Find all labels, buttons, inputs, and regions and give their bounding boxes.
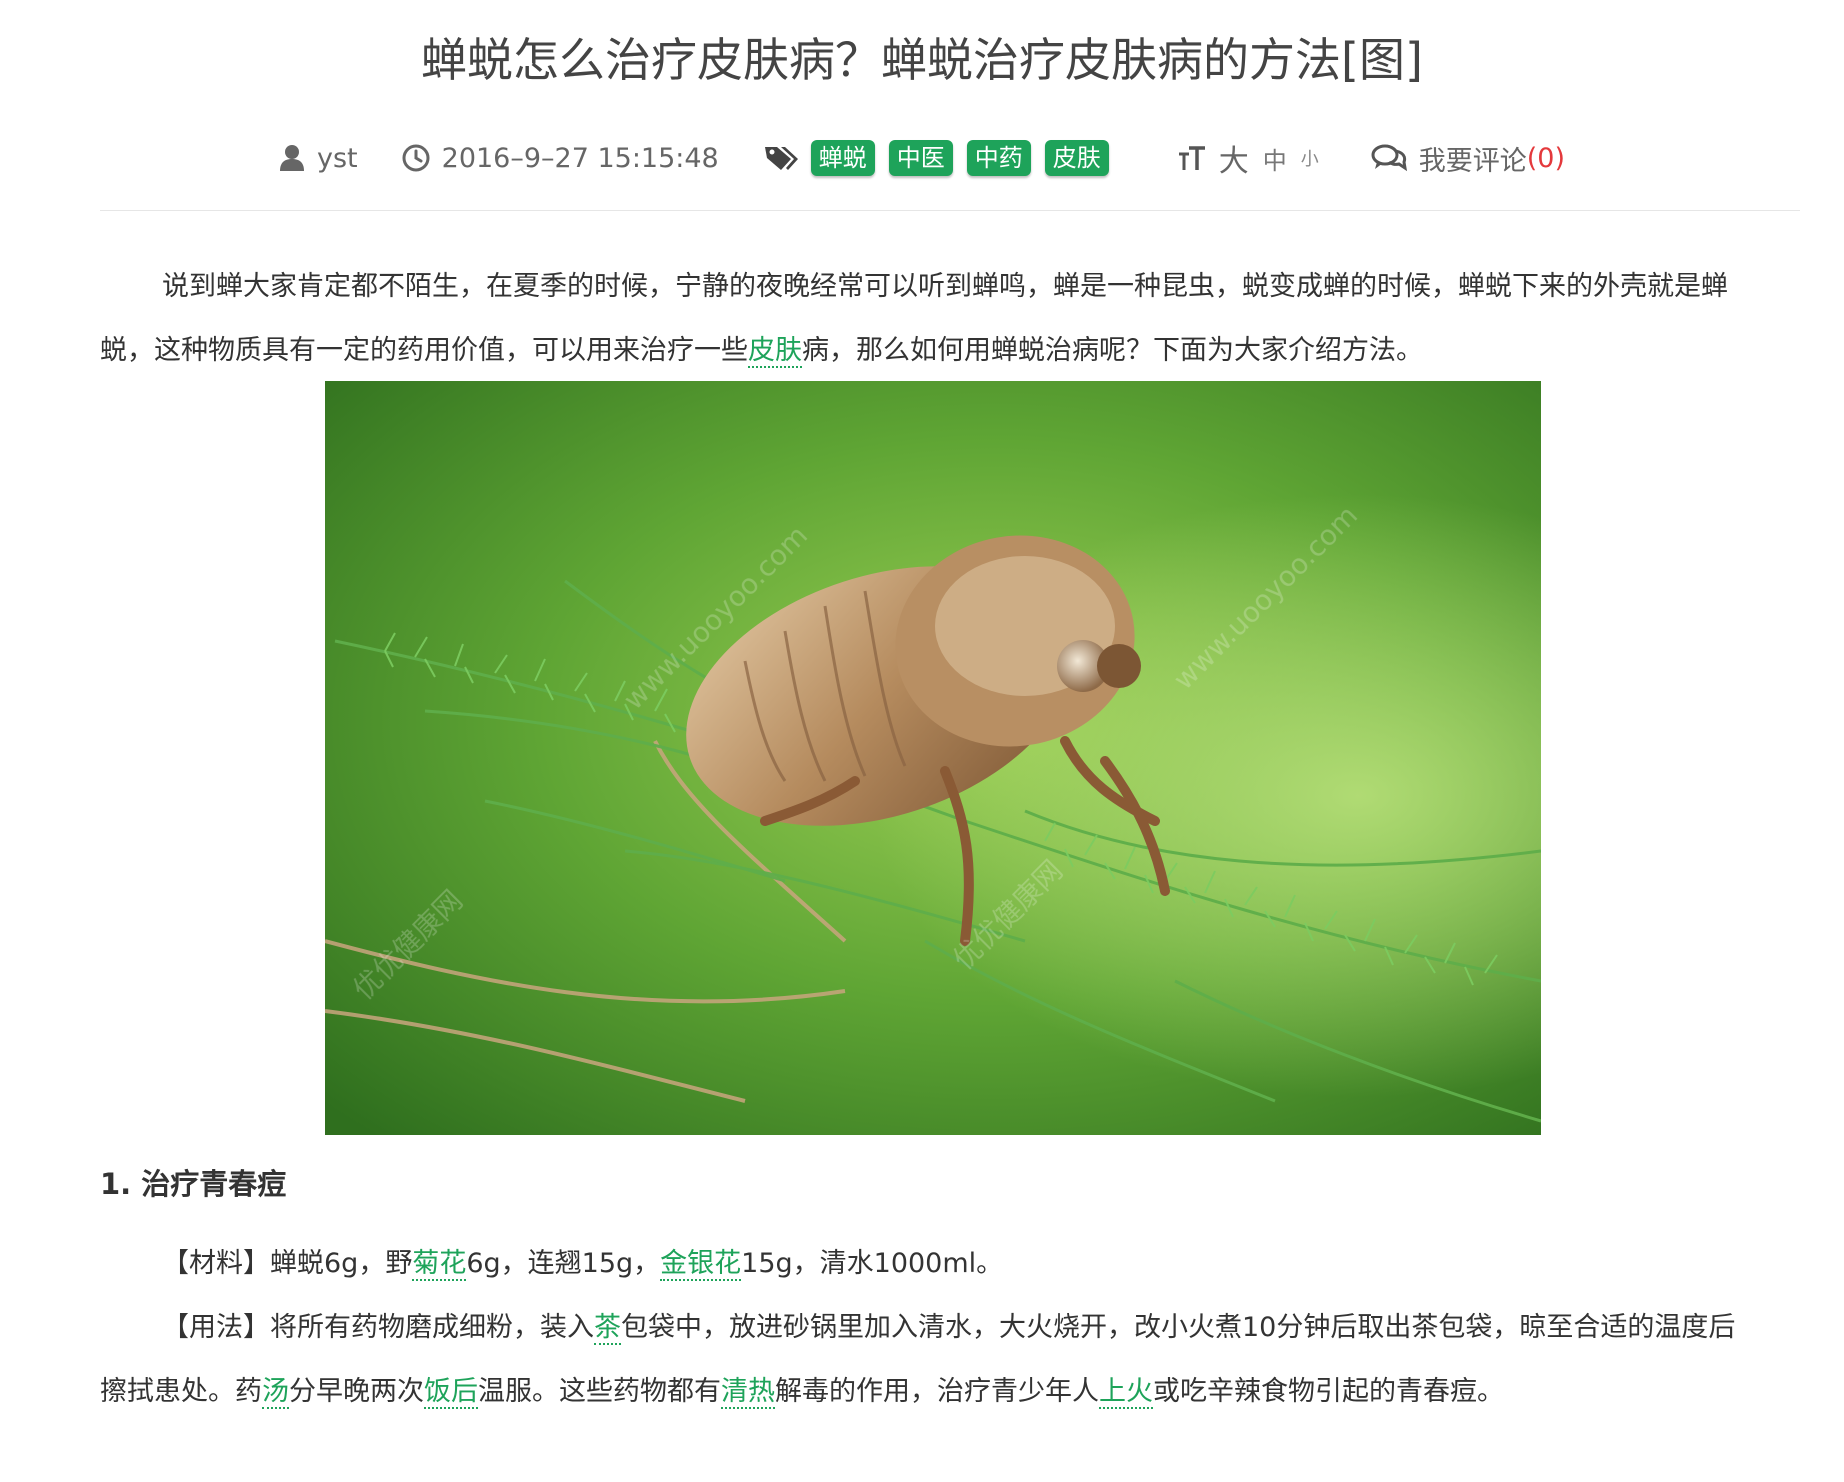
font-size-switcher: 大 中 小: [1177, 136, 1319, 180]
keyword-link-shanghuo[interactable]: 上火: [1099, 1376, 1153, 1409]
section-body-acne: 【材料】蝉蜕6g，野菊花6g，连翘15g，金银花15g，清水1000ml。 【用…: [100, 1232, 1760, 1424]
keyword-link-qingre[interactable]: 清热: [721, 1376, 775, 1409]
publish-time: 2016–9–27 15:15:48: [402, 143, 719, 174]
comment-link[interactable]: 我要评论 (0): [1371, 139, 1565, 178]
font-size-small[interactable]: 小: [1301, 145, 1319, 171]
usage-paragraph: 【用法】将所有药物磨成细粉，装入茶包袋中，放进砂锅里加入清水，大火烧开，改小火煮…: [100, 1296, 1760, 1424]
author-info: yst: [279, 143, 358, 174]
usage-text-1: 【用法】将所有药物磨成细粉，装入: [162, 1312, 594, 1343]
comment-label[interactable]: 我要评论: [1419, 139, 1527, 178]
keyword-link-juhua[interactable]: 菊花: [412, 1248, 467, 1281]
clock-icon: [402, 144, 430, 172]
materials-text-3: 15g，清水1000ml。: [741, 1248, 1004, 1279]
keyword-link-tang[interactable]: 汤: [262, 1376, 289, 1409]
usage-text-5: 解毒的作用，治疗青少年人: [775, 1376, 1099, 1407]
article-meta: yst 2016–9–27 15:15:48 蝉蜕 中医 中药 皮肤 大 中 小…: [0, 133, 1844, 183]
user-icon: [279, 144, 305, 172]
tag-list: 蝉蜕 中医 中药 皮肤: [763, 140, 1123, 176]
article-intro: 说到蝉大家肯定都不陌生，在夏季的时候，宁静的夜晚经常可以听到蝉鸣，蝉是一种昆虫，…: [100, 255, 1760, 383]
tag-zhongyi[interactable]: 中医: [888, 140, 953, 176]
tags-icon: [763, 143, 799, 173]
section-heading-acne: 1. 治疗青春痘: [100, 1167, 287, 1201]
tag-zhongyao[interactable]: 中药: [966, 140, 1031, 176]
article-title: 蝉蜕怎么治疗皮肤病？蝉蜕治疗皮肤病的方法[图]: [421, 33, 1423, 87]
keyword-link-fanhou[interactable]: 饭后: [424, 1376, 478, 1409]
font-size-large[interactable]: 大: [1219, 136, 1249, 180]
text-height-icon: [1177, 144, 1207, 172]
materials-text-2: 6g，连翘15g，: [466, 1248, 661, 1279]
intro-paragraph: 说到蝉大家肯定都不陌生，在夏季的时候，宁静的夜晚经常可以听到蝉鸣，蝉是一种昆虫，…: [100, 255, 1760, 383]
tag-chantui[interactable]: 蝉蜕: [810, 140, 875, 176]
keyword-link-jinyinhua[interactable]: 金银花: [660, 1248, 742, 1281]
author-name[interactable]: yst: [317, 143, 358, 174]
materials-paragraph: 【材料】蝉蜕6g，野菊花6g，连翘15g，金银花15g，清水1000ml。: [100, 1232, 1760, 1296]
comment-count[interactable]: (0): [1527, 143, 1565, 174]
materials-text-1: 【材料】蝉蜕6g，野: [162, 1248, 413, 1279]
cicada-shell-photo: www.uooyoo.com www.uooyoo.com 优优健康网 优优健康…: [325, 381, 1541, 1135]
meta-divider: [100, 210, 1800, 211]
usage-text-6: 或吃辛辣食物引起的青春痘。: [1153, 1376, 1504, 1407]
comments-icon: [1371, 143, 1407, 173]
keyword-link-pifu[interactable]: 皮肤: [748, 335, 802, 368]
usage-text-4: 温服。这些药物都有: [478, 1376, 721, 1407]
publish-datetime: 2016–9–27 15:15:48: [441, 142, 719, 174]
keyword-link-cha[interactable]: 茶: [594, 1312, 621, 1345]
intro-text-2: 病，那么如何用蝉蜕治病呢？下面为大家介绍方法。: [802, 335, 1423, 366]
usage-text-3: 分早晚两次: [289, 1376, 424, 1407]
font-size-medium[interactable]: 中: [1263, 141, 1287, 176]
tag-pifu[interactable]: 皮肤: [1044, 140, 1109, 176]
